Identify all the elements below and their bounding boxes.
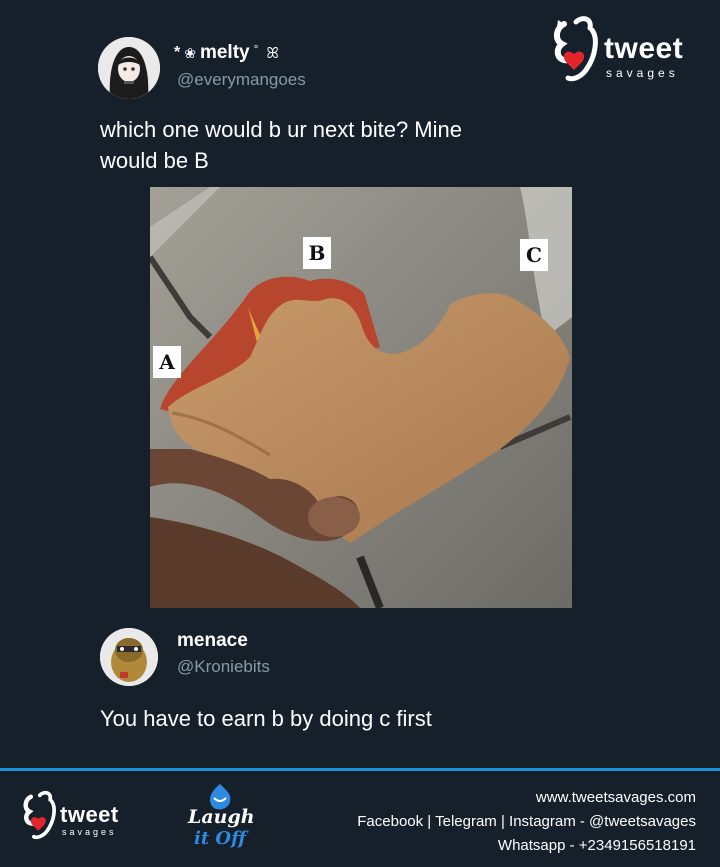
avatar[interactable] bbox=[98, 37, 160, 99]
laugh-it-off-logo: Laugh it Off bbox=[180, 782, 260, 858]
heart-vine-icon bbox=[554, 16, 598, 82]
swirl-icon: ꕤ bbox=[266, 44, 279, 62]
footer-socials[interactable]: Facebook | Telegram | Instagram - @tweet… bbox=[357, 813, 696, 830]
post-display-name[interactable]: melty bbox=[200, 42, 250, 64]
footer-tweetsavages-logo: tweet savages bbox=[22, 790, 132, 846]
logo-subtext: savages bbox=[606, 66, 679, 80]
footer-website[interactable]: www.tweetsavages.com bbox=[536, 789, 696, 806]
label-c: C bbox=[520, 239, 548, 271]
footer-logo-subtext: savages bbox=[62, 827, 117, 837]
post-text-line-1: which one would b ur next bite? Mine bbox=[100, 117, 462, 142]
post-name-row: * ❀ melty ° ꕤ bbox=[174, 42, 279, 64]
laugh-logo-line-1: Laugh bbox=[188, 806, 255, 828]
degree-icon: ° bbox=[253, 42, 259, 56]
footer-divider bbox=[0, 768, 720, 771]
post-text-line-2: would be B bbox=[100, 148, 209, 173]
sandwich-photo-icon bbox=[150, 187, 572, 608]
anime-avatar-icon bbox=[98, 37, 160, 99]
reply-display-name[interactable]: menace bbox=[177, 630, 248, 652]
heart-vine-icon bbox=[23, 790, 56, 840]
flower-icon: ❀ bbox=[184, 44, 196, 61]
label-a: A bbox=[153, 346, 181, 378]
sparkle-icon: * bbox=[174, 44, 181, 61]
logo-word: tweet bbox=[604, 32, 684, 65]
label-b: B bbox=[303, 237, 331, 269]
footer-logo-word: tweet bbox=[60, 802, 119, 827]
tweetsavages-logo: tweet savages bbox=[552, 14, 692, 86]
raccoon-avatar-icon bbox=[100, 628, 158, 686]
post-text: which one would b ur next bite? Mine wou… bbox=[100, 114, 660, 176]
reply-text: You have to earn b by doing c first bbox=[100, 706, 432, 731]
tweet-photo[interactable]: A B C bbox=[150, 187, 572, 608]
footer-whatsapp[interactable]: Whatsapp - +2349156518191 bbox=[498, 837, 696, 854]
laugh-logo-line-2: it Off bbox=[194, 828, 246, 849]
post-handle[interactable]: @everymangoes bbox=[177, 70, 306, 90]
reply-handle[interactable]: @Kroniebits bbox=[177, 657, 270, 677]
reply-avatar[interactable] bbox=[100, 628, 158, 686]
